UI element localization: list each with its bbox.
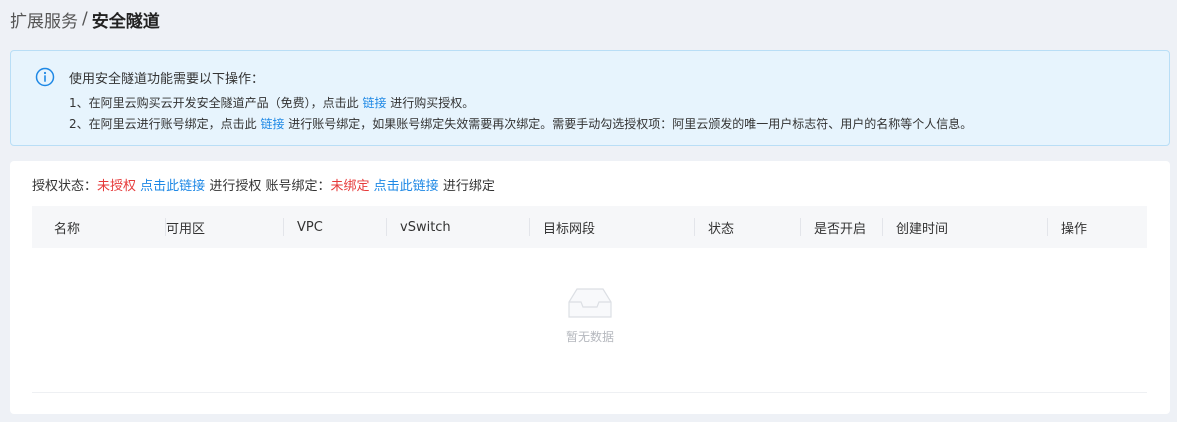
column-header-created-time: 创建时间	[896, 221, 949, 237]
auth-status-label: 授权状态：	[32, 179, 98, 194]
column-header-vpc: VPC	[297, 219, 323, 235]
column-header-target-cidr: 目标网段	[543, 221, 596, 237]
auth-status-value: 未授权	[97, 179, 137, 194]
column-header: VPC	[283, 206, 323, 248]
info-notice: 使用安全隧道功能需要以下操作： 1、在阿里云购买云开发安全隧道产品（免费），点击…	[10, 50, 1170, 146]
notice-step-2-suffix: 进行账号绑定，如果账号绑定失效需要再次绑定。需要手动勾选授权项：阿里云颁发的唯一…	[284, 117, 973, 131]
column-header-vswitch: vSwitch	[400, 219, 451, 235]
table-bottom-divider	[32, 392, 1147, 393]
table-header: 名称 可用区 VPC vSwitch 目标网段 状态 是否开启 创建时间 操作	[32, 206, 1147, 248]
column-header: 可用区	[165, 206, 206, 248]
info-icon	[35, 67, 55, 87]
column-header-enabled: 是否开启	[814, 221, 867, 237]
notice-step-1: 1、在阿里云购买云开发安全隧道产品（免费），点击此 链接 进行购买授权。	[69, 94, 474, 111]
auth-link[interactable]: 点击此链接	[140, 179, 205, 194]
auth-link-suffix: 进行授权	[209, 179, 262, 194]
column-header: 名称	[54, 206, 80, 248]
status-row: 授权状态：未授权 点击此链接 进行授权 账号绑定：未绑定 点击此链接 进行绑定	[32, 175, 495, 194]
notice-step-2-text: 2、在阿里云进行账号绑定，点击此	[69, 117, 261, 131]
column-header: 操作	[1047, 206, 1088, 248]
column-header: 创建时间	[882, 206, 949, 248]
bind-link[interactable]: 点击此链接	[374, 179, 439, 194]
empty-state: 暂无数据	[10, 286, 1170, 345]
page-title: 安全隧道	[91, 11, 160, 32]
column-header: 目标网段	[529, 206, 596, 248]
column-header: 是否开启	[800, 206, 867, 248]
bind-status-value: 未绑定	[330, 179, 370, 194]
breadcrumb: 扩展服务 / 安全隧道	[10, 6, 160, 32]
bind-link-suffix: 进行绑定	[442, 179, 495, 194]
purchase-link[interactable]: 链接	[362, 96, 386, 110]
bind-status-label: 账号绑定：	[265, 179, 331, 194]
column-header-status: 状态	[708, 221, 735, 237]
notice-step-1-suffix: 进行购买授权。	[386, 96, 475, 110]
bind-account-link[interactable]: 链接	[260, 117, 284, 131]
empty-inbox-icon	[568, 288, 612, 318]
breadcrumb-parent[interactable]: 扩展服务	[10, 7, 78, 32]
column-header-name: 名称	[54, 221, 81, 237]
notice-step-1-text: 1、在阿里云购买云开发安全隧道产品（免费），点击此	[69, 96, 363, 110]
breadcrumb-separator: /	[82, 9, 88, 29]
notice-title: 使用安全隧道功能需要以下操作：	[69, 72, 265, 87]
column-header-actions: 操作	[1061, 221, 1088, 237]
column-header: vSwitch	[386, 206, 451, 248]
notice-step-2: 2、在阿里云进行账号绑定，点击此 链接 进行账号绑定，如果账号绑定失效需要再次绑…	[69, 115, 972, 132]
column-header: 状态	[694, 206, 735, 248]
tunnel-panel: 授权状态：未授权 点击此链接 进行授权 账号绑定：未绑定 点击此链接 进行绑定 …	[10, 161, 1170, 414]
empty-text: 暂无数据	[565, 330, 614, 344]
column-header-zone: 可用区	[166, 221, 206, 237]
